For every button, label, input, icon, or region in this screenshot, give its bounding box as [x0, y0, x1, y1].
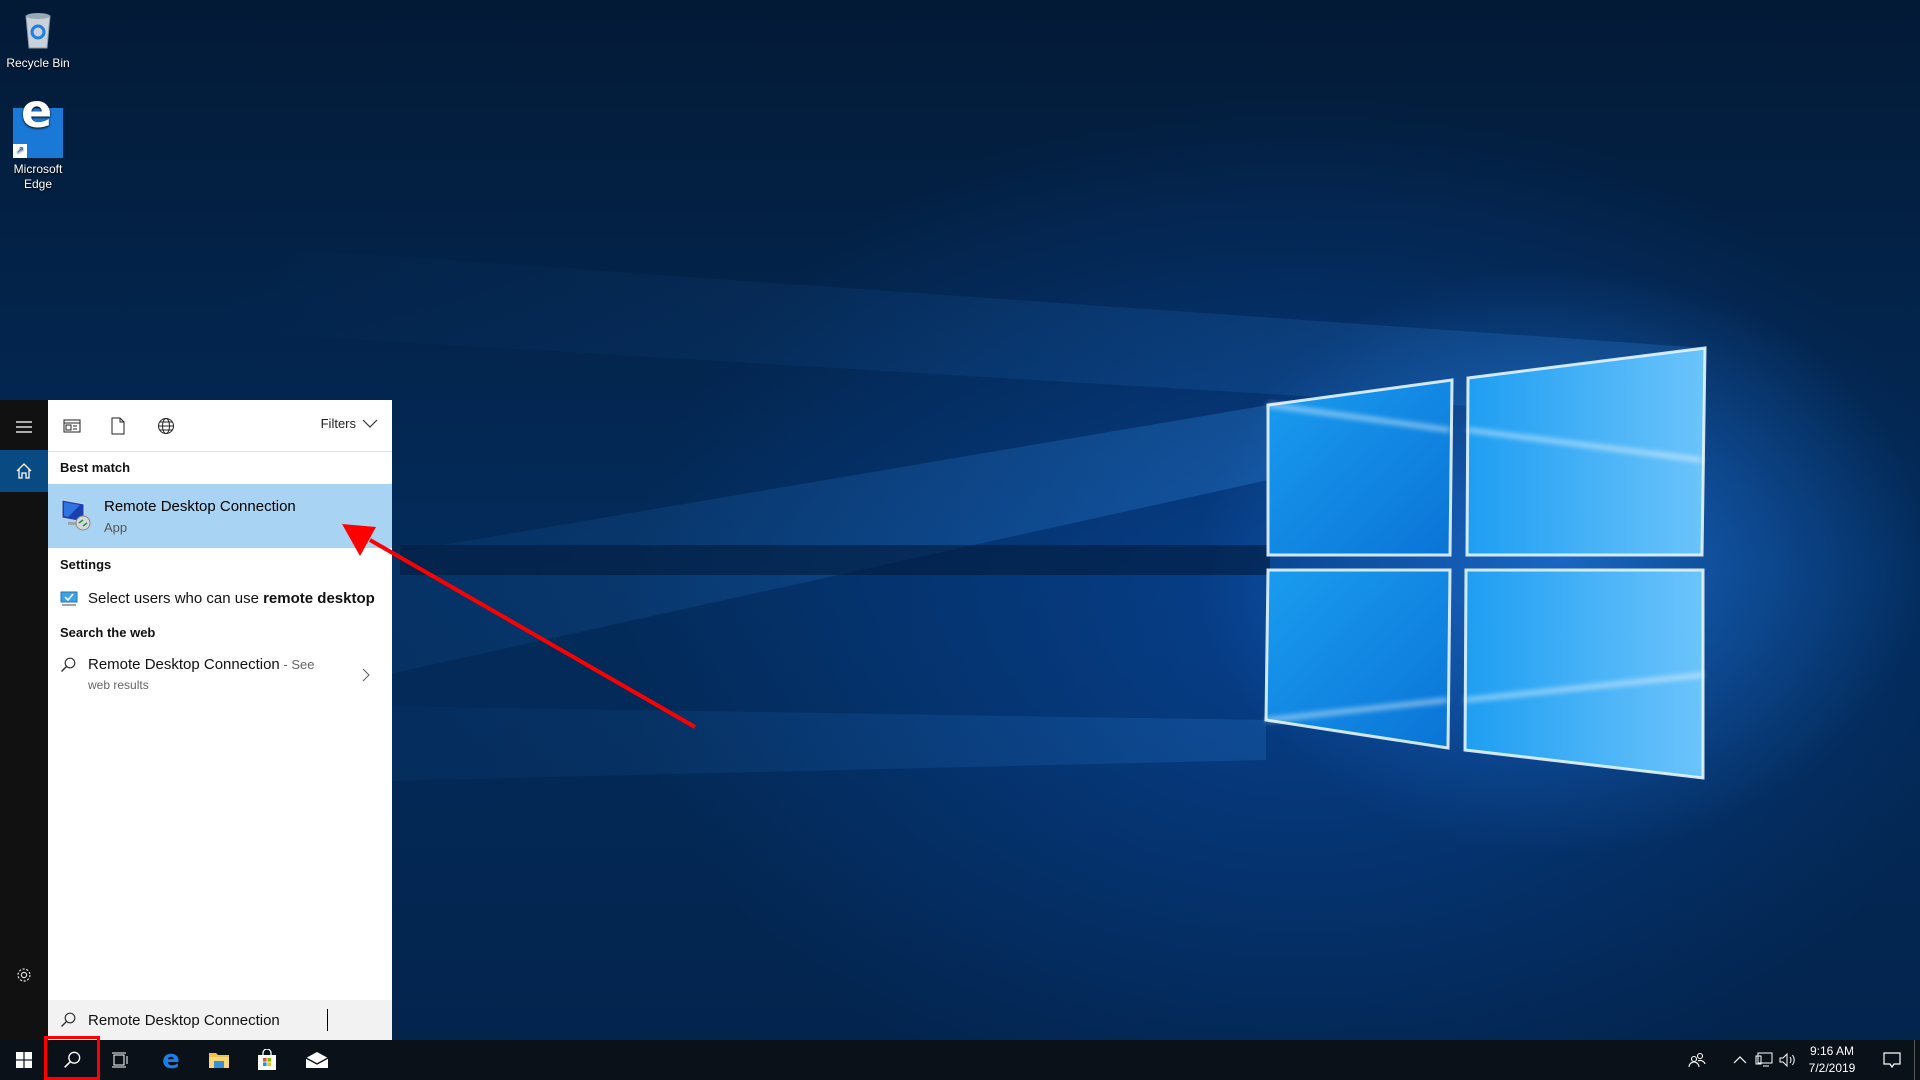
edge-icon: e: [162, 1045, 180, 1075]
taskbar-edge-button[interactable]: e: [147, 1040, 195, 1080]
network-icon: [1755, 1052, 1773, 1067]
search-box[interactable]: [48, 1000, 392, 1040]
settings-heading: Settings: [60, 557, 112, 572]
system-clock[interactable]: 9:16 AM 7/2/2019: [1794, 1043, 1870, 1077]
chevron-up-icon: [1733, 1056, 1747, 1064]
web-result-suffix2: web results: [88, 678, 149, 692]
search-web-heading: Search the web: [60, 625, 156, 640]
hamburger-menu-button[interactable]: [0, 406, 48, 448]
action-center-button[interactable]: [1872, 1040, 1912, 1080]
web-result-text: Remote Desktop Connection - See: [88, 656, 314, 673]
search-button-highlight-box: [44, 1036, 100, 1080]
shortcut-arrow-icon: ↗: [13, 144, 27, 158]
task-view-icon: [112, 1052, 128, 1068]
hamburger-icon: [16, 421, 32, 433]
best-match-title: Remote Desktop Connection: [104, 498, 296, 515]
settings-result[interactable]: Select users who can use remote desktop: [48, 580, 392, 618]
edge-icon: e ↗: [13, 88, 63, 158]
best-match-heading: Best match: [60, 460, 131, 475]
desktop-icon-label: Microsoft Edge: [13, 162, 63, 191]
home-icon: [16, 463, 32, 479]
chevron-right-icon[interactable]: [362, 668, 370, 682]
start-button[interactable]: [0, 1040, 48, 1080]
show-hidden-icons-button[interactable]: [1728, 1040, 1752, 1080]
scope-web-button[interactable]: [154, 414, 178, 438]
search-icon: [61, 1012, 76, 1027]
desktop-icon-label: Recycle Bin: [6, 56, 70, 70]
filters-label: Filters: [320, 416, 356, 431]
settings-monitor-icon: [60, 591, 78, 606]
filters-dropdown[interactable]: Filters: [321, 416, 378, 431]
best-match-result[interactable]: Remote Desktop Connection App: [48, 484, 392, 548]
search-input[interactable]: [88, 1008, 378, 1032]
scope-apps-button[interactable]: [60, 414, 84, 438]
windows-logo-icon: [16, 1052, 32, 1068]
people-icon: [1688, 1052, 1706, 1068]
mail-icon: [305, 1052, 329, 1068]
start-menu-rail: [0, 400, 48, 1040]
folder-icon: [209, 1053, 229, 1068]
chevron-down-icon: [362, 419, 378, 428]
people-button[interactable]: [1682, 1040, 1712, 1080]
taskbar: e 9:16 AM 7/2/2019: [0, 1040, 1920, 1080]
settings-result-bold: remote desktop: [263, 590, 375, 607]
search-results-panel: Filters Best match Remote Desktop Connec…: [48, 400, 392, 1040]
settings-result-text: Select users who can use remote desktop: [88, 590, 375, 607]
search-scope-bar: Filters: [48, 400, 392, 452]
notification-icon: [1883, 1051, 1901, 1068]
search-icon: [61, 657, 76, 672]
best-match-subtitle: App: [104, 520, 128, 535]
apps-icon: [63, 419, 81, 433]
desktop-icon-microsoft-edge[interactable]: e ↗ Microsoft Edge: [0, 88, 76, 192]
gear-icon: [17, 968, 31, 982]
clock-time: 9:16 AM: [1809, 1044, 1855, 1058]
taskbar-store-button[interactable]: [243, 1040, 291, 1080]
web-result-suffix: - See: [279, 657, 315, 672]
desktop-icon-recycle-bin[interactable]: Recycle Bin: [0, 8, 76, 71]
web-result-query: Remote Desktop Connection: [88, 656, 280, 673]
windows-logo-panes: [1264, 346, 1707, 780]
show-desktop-button[interactable]: [1914, 1040, 1920, 1080]
taskbar-file-explorer-button[interactable]: [195, 1040, 243, 1080]
remote-desktop-icon: [60, 498, 92, 537]
taskbar-mail-button[interactable]: [293, 1040, 341, 1080]
web-icon: [158, 418, 174, 434]
scope-documents-button[interactable]: [106, 414, 130, 438]
recycle-bin-icon: [16, 8, 60, 52]
home-button[interactable]: [0, 450, 48, 492]
clock-date: 7/2/2019: [1808, 1061, 1856, 1075]
text-caret: [327, 1009, 328, 1031]
settings-button[interactable]: [0, 954, 48, 996]
settings-result-prefix: Select users who can use: [88, 590, 264, 607]
documents-icon: [111, 417, 125, 435]
store-icon: [258, 1049, 276, 1070]
task-view-button[interactable]: [96, 1040, 144, 1080]
network-button[interactable]: [1752, 1040, 1776, 1080]
web-search-result[interactable]: Remote Desktop Connection - See web resu…: [48, 648, 392, 700]
